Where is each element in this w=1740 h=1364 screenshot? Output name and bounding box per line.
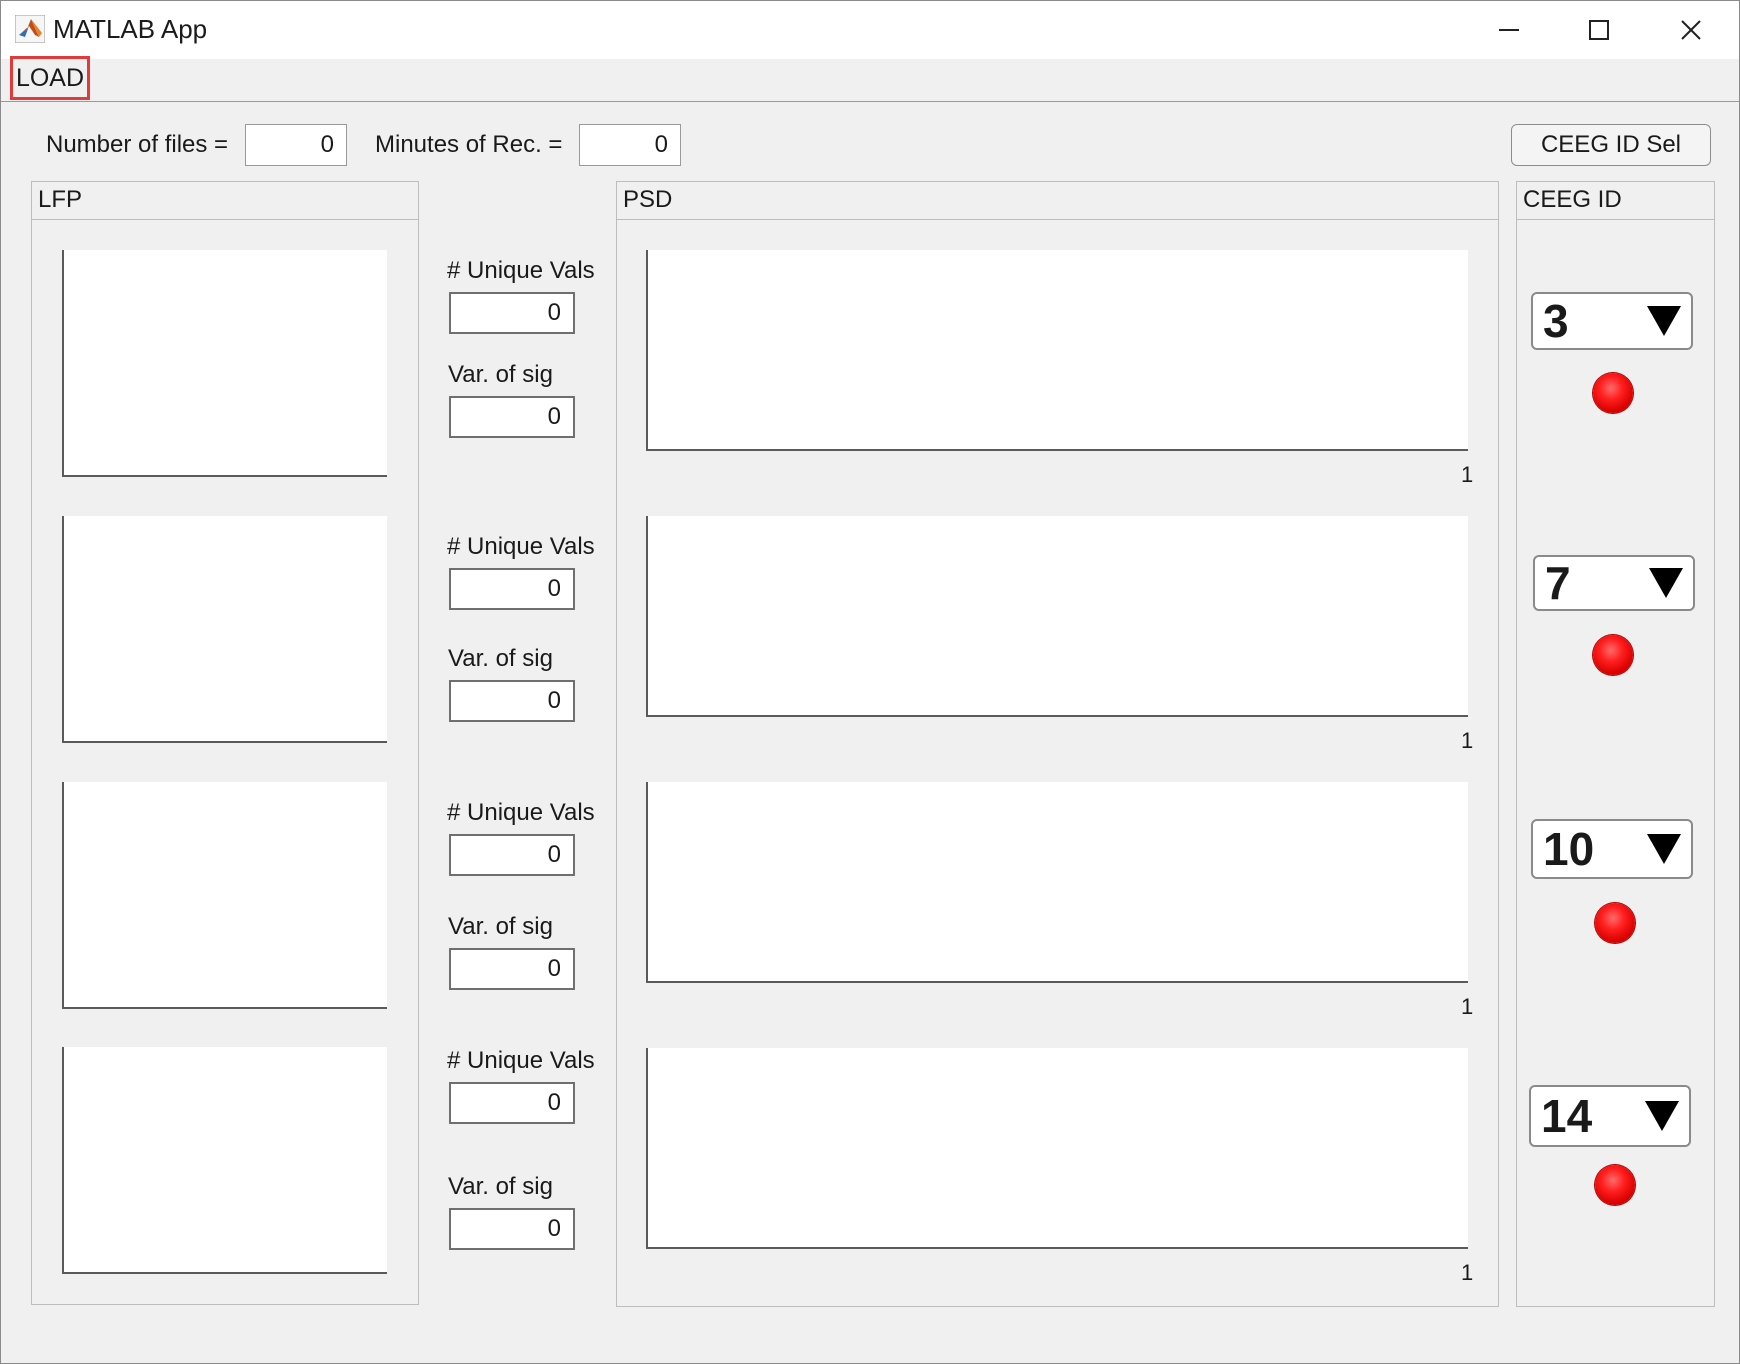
triangle-down-icon bbox=[1647, 306, 1681, 336]
ceeg-id-value: 3 bbox=[1543, 295, 1569, 347]
minutes-of-rec-field[interactable]: 0 bbox=[579, 124, 681, 166]
ceeg-id-dropdown[interactable]: 7 bbox=[1533, 555, 1695, 611]
number-of-files-label: Number of files = bbox=[46, 131, 229, 158]
maximize-button[interactable] bbox=[1553, 1, 1645, 59]
status-lamp bbox=[1595, 903, 1635, 943]
var-of-sig-label: Var. of sig bbox=[448, 361, 553, 388]
var-of-sig-label: Var. of sig bbox=[448, 1173, 553, 1200]
maximize-icon bbox=[1589, 20, 1609, 40]
lfp-axes[interactable] bbox=[62, 516, 387, 743]
psd-axes[interactable] bbox=[646, 250, 1468, 451]
menu-bar: LOAD bbox=[1, 56, 1739, 102]
lfp-panel-title: LFP bbox=[32, 182, 418, 220]
psd-axes[interactable] bbox=[646, 782, 1468, 983]
triangle-down-icon bbox=[1645, 1101, 1679, 1131]
var-of-sig-field[interactable]: 0 bbox=[449, 1208, 575, 1250]
close-button[interactable] bbox=[1645, 1, 1737, 59]
var-of-sig-label: Var. of sig bbox=[448, 645, 553, 672]
ceeg-id-value: 14 bbox=[1541, 1090, 1593, 1142]
triangle-down-icon bbox=[1649, 568, 1683, 598]
ceeg-id-dropdown[interactable]: 10 bbox=[1531, 819, 1693, 879]
app-window: MATLAB App LOAD Number of files = 0 Minu… bbox=[0, 0, 1740, 1364]
lfp-axes[interactable] bbox=[62, 782, 387, 1009]
status-lamp bbox=[1593, 373, 1633, 413]
psd-axes[interactable] bbox=[646, 1048, 1468, 1249]
status-lamp bbox=[1595, 1165, 1635, 1205]
ceeg-id-panel-title: CEEG ID bbox=[1517, 182, 1714, 220]
unique-vals-label: # Unique Vals bbox=[447, 1047, 595, 1074]
ceeg-id-value: 10 bbox=[1543, 823, 1595, 875]
number-of-files-field[interactable]: 0 bbox=[245, 124, 347, 166]
lfp-axes[interactable] bbox=[62, 250, 387, 477]
unique-vals-field[interactable]: 0 bbox=[449, 292, 575, 334]
minutes-of-rec-label: Minutes of Rec. = bbox=[375, 131, 563, 158]
ceeg-id-sel-button[interactable]: CEEG ID Sel bbox=[1511, 124, 1711, 166]
close-icon bbox=[1681, 20, 1701, 40]
menu-load[interactable]: LOAD bbox=[10, 56, 90, 100]
title-bar: MATLAB App bbox=[1, 1, 1739, 59]
psd-x-tick-label: 1 bbox=[1461, 462, 1474, 487]
minimize-icon bbox=[1499, 29, 1519, 31]
matlab-logo-icon bbox=[15, 15, 45, 43]
unique-vals-label: # Unique Vals bbox=[447, 799, 595, 826]
unique-vals-field[interactable]: 0 bbox=[449, 834, 575, 876]
unique-vals-label: # Unique Vals bbox=[447, 257, 595, 284]
var-of-sig-label: Var. of sig bbox=[448, 913, 553, 940]
ceeg-id-dropdown[interactable]: 3 bbox=[1531, 292, 1693, 350]
triangle-down-icon bbox=[1647, 834, 1681, 864]
psd-x-tick-label: 1 bbox=[1461, 728, 1474, 753]
window-title: MATLAB App bbox=[53, 14, 208, 44]
unique-vals-field[interactable]: 0 bbox=[449, 1082, 575, 1124]
var-of-sig-field[interactable]: 0 bbox=[449, 948, 575, 990]
psd-x-tick-label: 1 bbox=[1461, 994, 1474, 1019]
var-of-sig-field[interactable]: 0 bbox=[449, 396, 575, 438]
lfp-axes[interactable] bbox=[62, 1047, 387, 1274]
status-lamp bbox=[1593, 635, 1633, 675]
unique-vals-field[interactable]: 0 bbox=[449, 568, 575, 610]
psd-x-tick-label: 1 bbox=[1461, 1260, 1474, 1285]
ceeg-id-dropdown[interactable]: 14 bbox=[1529, 1085, 1691, 1147]
psd-axes[interactable] bbox=[646, 516, 1468, 717]
unique-vals-label: # Unique Vals bbox=[447, 533, 595, 560]
ceeg-id-value: 7 bbox=[1545, 557, 1571, 609]
minimize-button[interactable] bbox=[1463, 1, 1555, 59]
psd-panel-title: PSD bbox=[617, 182, 1498, 220]
var-of-sig-field[interactable]: 0 bbox=[449, 680, 575, 722]
